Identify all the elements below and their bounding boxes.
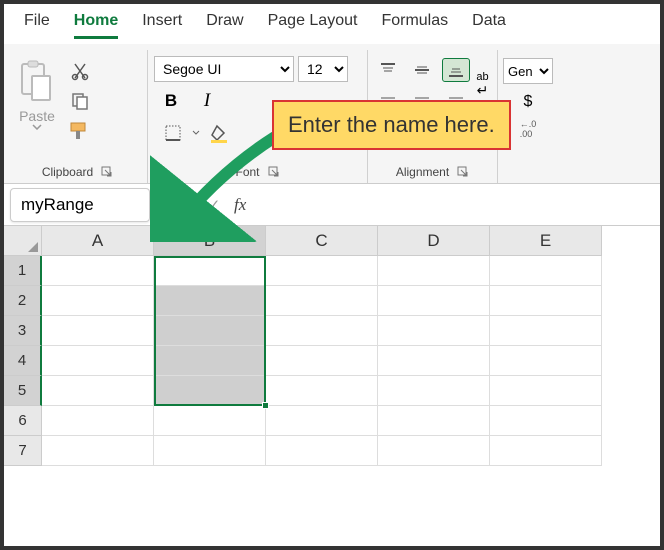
cut-button[interactable]: [66, 60, 94, 82]
cell[interactable]: [378, 376, 490, 406]
tab-insert[interactable]: Insert: [142, 12, 182, 36]
cancel-formula-button[interactable]: ✕: [174, 193, 198, 217]
clipboard-launcher[interactable]: [101, 166, 113, 178]
currency-button[interactable]: $: [514, 90, 542, 114]
tab-data[interactable]: Data: [472, 12, 506, 36]
cell[interactable]: [378, 406, 490, 436]
cell[interactable]: [154, 316, 266, 346]
cell[interactable]: [266, 256, 378, 286]
paste-label: Paste: [19, 108, 55, 124]
clipboard-icon: [18, 58, 56, 106]
cell[interactable]: [42, 286, 154, 316]
align-bottom-button[interactable]: [442, 58, 470, 82]
bold-button[interactable]: B: [158, 88, 184, 114]
row-header-2[interactable]: 2: [4, 286, 42, 316]
copy-button[interactable]: [66, 90, 94, 112]
fill-color-button[interactable]: [204, 120, 234, 146]
cell[interactable]: [154, 406, 266, 436]
group-label-alignment: Alignment: [396, 165, 449, 179]
formula-bar: ⋮ ✕ ✓ fx: [4, 184, 660, 226]
row-header-4[interactable]: 4: [4, 346, 42, 376]
cell[interactable]: [42, 316, 154, 346]
row-header-7[interactable]: 7: [4, 436, 42, 466]
formula-input[interactable]: [254, 191, 654, 219]
cell[interactable]: [490, 286, 602, 316]
cell[interactable]: [266, 286, 378, 316]
cell[interactable]: [266, 376, 378, 406]
cell[interactable]: [154, 256, 266, 286]
format-painter-button[interactable]: [66, 120, 94, 142]
column-header-b[interactable]: B: [154, 226, 266, 256]
grid: A B C D E 1 2 3 4 5 6 7: [4, 226, 660, 466]
chevron-down-icon: [32, 124, 42, 130]
font-name-select[interactable]: Segoe UI: [154, 56, 294, 82]
cell[interactable]: [42, 406, 154, 436]
font-launcher[interactable]: [268, 166, 280, 178]
cell[interactable]: [378, 316, 490, 346]
column-header-e[interactable]: E: [490, 226, 602, 256]
group-clipboard: Paste Clipboard: [8, 50, 148, 183]
cell[interactable]: [490, 406, 602, 436]
fx-icon[interactable]: fx: [230, 195, 250, 215]
decrease-decimal-button[interactable]: .00: [520, 130, 537, 140]
cell[interactable]: [266, 316, 378, 346]
alignment-launcher[interactable]: [457, 166, 469, 178]
name-box-input[interactable]: [10, 188, 150, 222]
chevron-down-icon[interactable]: [192, 130, 200, 136]
number-format-select[interactable]: Gen: [503, 58, 553, 84]
cell[interactable]: [378, 346, 490, 376]
group-label-font: Font: [235, 165, 259, 179]
cell[interactable]: [490, 376, 602, 406]
cell[interactable]: [154, 286, 266, 316]
select-all-corner[interactable]: [4, 226, 42, 256]
cell[interactable]: [266, 406, 378, 436]
tab-home[interactable]: Home: [74, 12, 118, 39]
cell[interactable]: [154, 436, 266, 466]
cell[interactable]: [490, 256, 602, 286]
cell[interactable]: [266, 346, 378, 376]
tab-draw[interactable]: Draw: [206, 12, 243, 36]
cell[interactable]: [42, 346, 154, 376]
paste-button[interactable]: Paste: [14, 56, 60, 148]
cell[interactable]: [378, 286, 490, 316]
font-size-select[interactable]: 12: [298, 56, 348, 82]
tab-file[interactable]: File: [24, 12, 50, 36]
column-header-a[interactable]: A: [42, 226, 154, 256]
cell[interactable]: [154, 376, 266, 406]
row-header-5[interactable]: 5: [4, 376, 42, 406]
borders-button[interactable]: [158, 120, 188, 146]
name-box-dropdown[interactable]: ⋮: [154, 195, 170, 215]
accept-formula-button[interactable]: ✓: [202, 193, 226, 217]
tab-page-layout[interactable]: Page Layout: [268, 12, 358, 36]
row-header-3[interactable]: 3: [4, 316, 42, 346]
row-header-1[interactable]: 1: [4, 256, 42, 286]
column-header-c[interactable]: C: [266, 226, 378, 256]
align-middle-button[interactable]: [408, 58, 436, 82]
cell[interactable]: [266, 436, 378, 466]
cell[interactable]: [378, 436, 490, 466]
tab-formulas[interactable]: Formulas: [381, 12, 448, 36]
annotation-callout: Enter the name here.: [272, 100, 511, 150]
cell[interactable]: [490, 346, 602, 376]
fill-handle[interactable]: [262, 402, 269, 409]
cell[interactable]: [378, 256, 490, 286]
cell[interactable]: [154, 346, 266, 376]
align-top-button[interactable]: [374, 58, 402, 82]
cell[interactable]: [42, 436, 154, 466]
row-header-6[interactable]: 6: [4, 406, 42, 436]
group-label-clipboard: Clipboard: [42, 165, 93, 179]
column-header-d[interactable]: D: [378, 226, 490, 256]
cell[interactable]: [42, 376, 154, 406]
cell[interactable]: [490, 436, 602, 466]
cell[interactable]: [42, 256, 154, 286]
italic-button[interactable]: I: [194, 88, 220, 114]
ribbon-tabs: File Home Insert Draw Page Layout Formul…: [4, 4, 660, 44]
cell[interactable]: [490, 316, 602, 346]
